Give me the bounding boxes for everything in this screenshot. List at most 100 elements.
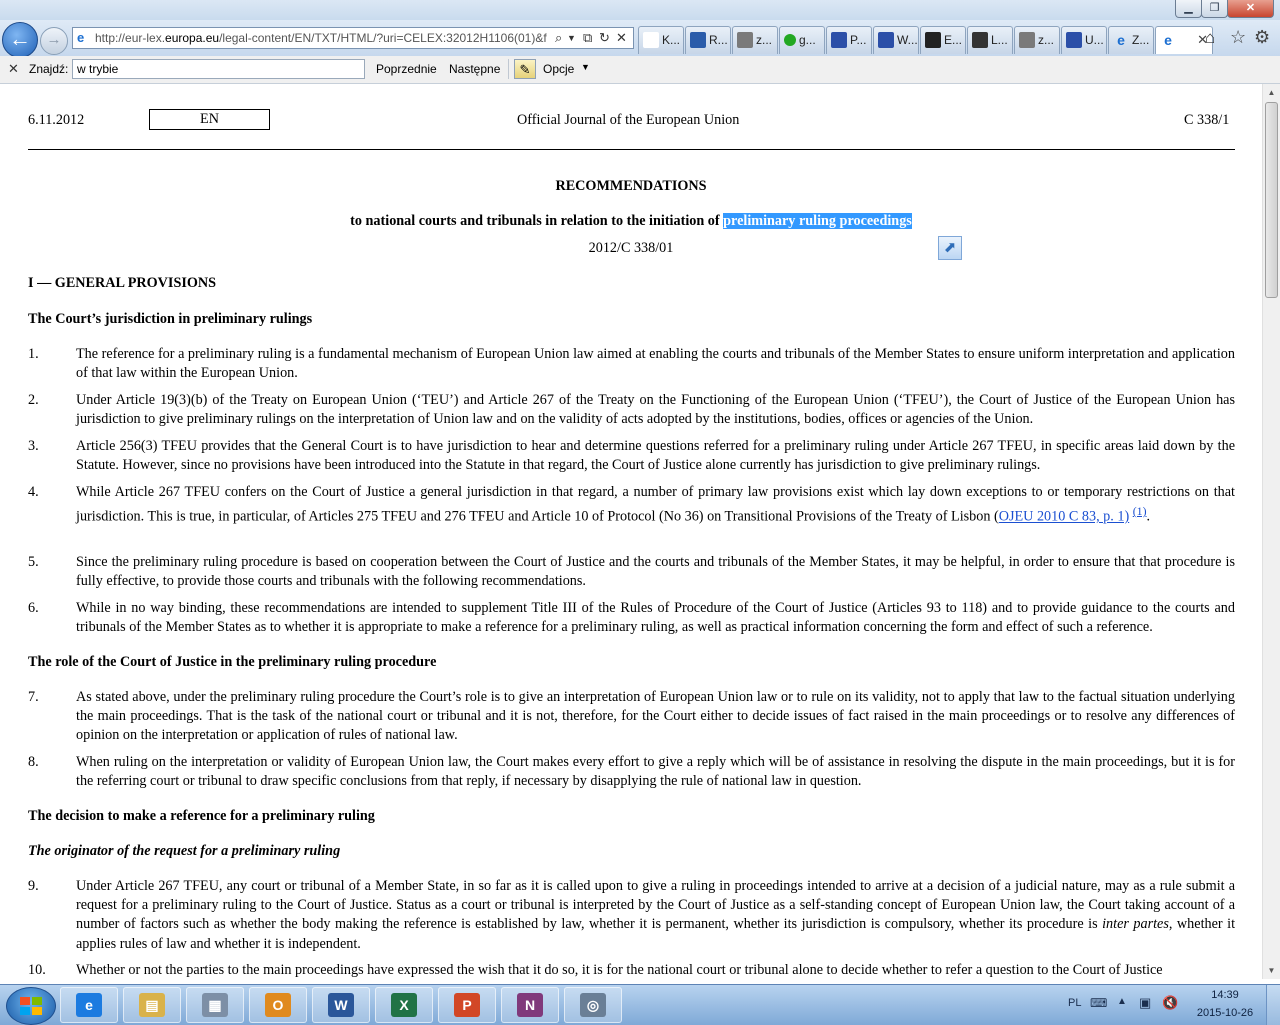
onenote-icon: N [517,993,543,1017]
word-icon: W [328,993,354,1017]
browser-tab[interactable]: E... [920,26,966,54]
paragraph-8: When ruling on the interpretation or val… [76,754,1235,790]
language-indicator[interactable]: PL [1068,997,1081,1009]
globe-app-icon: ◎ [580,993,606,1017]
taskbar-app-outlook[interactable]: O [249,987,307,1023]
home-icon[interactable]: ⌂ [1205,28,1215,48]
oj-date: 6.11.2012 [28,112,85,128]
taskbar-app-calculator[interactable]: ▦ [186,987,244,1023]
green-dot-icon [784,34,796,46]
taskbar-app-internet-explorer[interactable]: e [60,987,118,1023]
vertical-scrollbar[interactable]: ▲ ▼ [1262,84,1280,979]
window-title-bar: ▁ ❐ ✕ [0,0,1280,20]
mountain-icon [972,32,988,48]
ojeu-link[interactable]: OJEU 2010 C 83, p. 1) [999,509,1129,525]
browser-tab[interactable]: g... [779,26,825,54]
browser-tab[interactable]: z... [1014,26,1060,54]
paragraph-2: Under Article 19(3)(b) of the Treaty on … [76,392,1235,428]
paragraph-1: The reference for a preliminary ruling i… [76,346,1235,382]
navigation-bar: ← → e http://eur-lex.europa.eu/legal-con… [0,20,1280,58]
owl-icon [1066,32,1082,48]
lens-icon [690,32,706,48]
browser-tab[interactable]: L... [967,26,1013,54]
gear-icon[interactable]: ⚙ [1254,27,1270,48]
show-desktop-button[interactable] [1266,985,1280,1025]
volume-muted-icon[interactable]: 🔇 [1162,995,1178,1011]
footnote-ref-link[interactable]: (1) [1133,504,1147,518]
stop-icon[interactable]: ✕ [616,30,627,46]
outlook-icon: O [265,993,291,1017]
taskbar-app-onenote[interactable]: N [501,987,559,1023]
url-text[interactable]: http://eur-lex.europa.eu/legal-content/E… [95,31,547,45]
clock-time[interactable]: 14:39 [1196,989,1254,1001]
browser-tab[interactable]: W... [873,26,919,54]
popout-arrow-icon[interactable]: ⬈ [938,236,962,260]
minimize-button[interactable]: ▁ [1175,0,1202,18]
building-icon [925,32,941,48]
browser-tab[interactable]: e Z... [1108,26,1154,54]
search-icon[interactable]: ⌕ [555,30,562,46]
maximize-button[interactable]: ❐ [1201,0,1228,18]
browser-tab[interactable]: R... [685,26,731,54]
find-previous-button[interactable]: Poprzednie [376,62,437,76]
owl-icon [831,32,847,48]
find-separator [508,59,509,79]
oj-reference: C 338/1 [1184,112,1230,128]
ie-page-icon: e [77,30,85,45]
browser-tab[interactable]: z... [732,26,778,54]
tab-label: K... [662,33,681,47]
clock-date[interactable]: 2015-10-26 [1190,1007,1260,1019]
browser-tab[interactable]: U... [1061,26,1107,54]
tab-label: z... [756,33,773,47]
ie-icon: e [1117,32,1125,48]
header-divider [28,149,1235,150]
back-button[interactable]: ← [2,22,38,58]
browser-tab[interactable]: P... [826,26,872,54]
scroll-thumb[interactable] [1265,102,1278,298]
start-button[interactable] [6,987,56,1025]
find-input[interactable] [72,59,365,79]
forward-button[interactable]: → [40,27,68,55]
taskbar-app-word[interactable]: W [312,987,370,1023]
paragraph-10: Whether or not the parties to the main p… [76,962,1163,978]
paragraph-number: 4. [28,484,39,500]
options-dropdown-arrow-icon[interactable]: ▼ [581,62,590,72]
compatibility-icon[interactable]: ⧉ [583,30,592,46]
browser-tab[interactable]: K... [638,26,684,54]
document-view: 6.11.2012 EN Official Journal of the Eur… [0,84,1262,979]
taskbar-app-excel[interactable]: X [375,987,433,1023]
doc-number: 2012/C 338/01 [588,240,674,256]
taskbar-app-file-explorer[interactable]: ▤ [123,987,181,1023]
tab-label: R... [709,33,728,47]
tab-label: U... [1085,33,1104,47]
close-window-button[interactable]: ✕ [1227,0,1274,18]
pme-icon [643,32,659,48]
highlight-pencil-icon[interactable]: ✎ [514,59,536,79]
heading-decision: The decision to make a reference for a p… [28,808,375,824]
dropdown-arrow-icon[interactable]: ▼ [567,33,576,43]
paragraph-number: 2. [28,392,39,408]
owl-icon [878,32,894,48]
refresh-icon[interactable]: ↻ [599,30,610,46]
paragraph-3: Article 256(3) TFEU provides that the Ge… [76,438,1235,474]
network-icon[interactable]: ▣ [1139,995,1151,1011]
scroll-up-arrow-icon[interactable]: ▲ [1263,84,1280,101]
tab-label: z... [1038,33,1055,47]
keyboard-icon[interactable]: ⌨ [1090,996,1107,1010]
address-bar[interactable]: e http://eur-lex.europa.eu/legal-content… [72,27,634,49]
find-label: Znajdź: [29,62,69,76]
tray-expand-icon[interactable]: ▲ [1117,996,1127,1007]
scroll-down-arrow-icon[interactable]: ▼ [1263,962,1280,979]
paragraph-6: While in no way binding, these recommend… [76,600,1235,636]
tab-label: Z... [1132,33,1150,47]
find-options-button[interactable]: Opcje [543,62,574,76]
paragraph-number: 10. [28,962,46,978]
close-find-icon[interactable]: ✕ [8,61,19,77]
favorites-star-icon[interactable]: ☆ [1230,27,1246,48]
taskbar-app-globe-app[interactable]: ◎ [564,987,622,1023]
taskbar-app-powerpoint[interactable]: P [438,987,496,1023]
paragraph-number: 1. [28,346,39,362]
find-next-button[interactable]: Następne [449,62,500,76]
tab-label: E... [944,33,963,47]
heading-jurisdiction: The Court’s jurisdiction in preliminary … [28,311,313,327]
